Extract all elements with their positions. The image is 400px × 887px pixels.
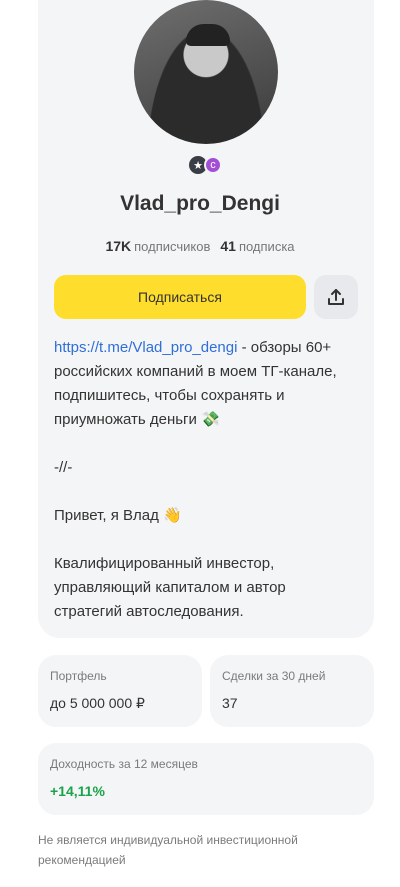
followers-count[interactable]: 17K [105,238,131,254]
avatar[interactable] [134,0,278,144]
bio-paragraph-2: -//- [54,459,73,476]
portfolio-value: до 5 000 000 ₽ [50,695,145,711]
portfolio-card[interactable]: Портфель до 5 000 000 ₽ [38,655,202,727]
deals-card[interactable]: Сделки за 30 дней 37 [210,655,374,727]
deals-label: Сделки за 30 дней [222,669,326,683]
bio-paragraph-1: https://t.me/Vlad_pro_dengi - обзоры 60+… [54,336,354,432]
bio-paragraph-3: Привет, я Влад 👋 [54,507,182,524]
share-icon [328,289,344,305]
following-label[interactable]: подписка [239,239,295,254]
following-count[interactable]: 41 [220,238,236,254]
subscribe-button[interactable]: Подписаться [54,275,306,319]
profile-stats: 17K подписчиков 41 подписка [0,238,400,254]
portfolio-label: Портфель [50,669,107,683]
telegram-link[interactable]: https://t.me/Vlad_pro_dengi [54,339,237,356]
share-button[interactable] [314,275,358,319]
disclaimer: Не является индивидуальной инвестиционно… [38,833,298,867]
c-icon[interactable]: c [204,156,222,174]
deals-value: 37 [222,695,238,711]
bio: https://t.me/Vlad_pro_dengi - обзоры 60+… [54,336,354,624]
badges: ★ c [189,156,222,174]
bio-paragraph-4: Квалифицированный инвестор, управляющий … [54,555,286,620]
followers-label[interactable]: подписчиков [134,239,210,254]
yield-card[interactable]: Доходность за 12 месяцев +14,11% [38,743,374,815]
yield-label: Доходность за 12 месяцев [50,757,198,771]
profile-name: Vlad_pro_Dengi [120,192,280,215]
yield-value: +14,11% [50,783,105,799]
avatar-hair [186,24,230,46]
